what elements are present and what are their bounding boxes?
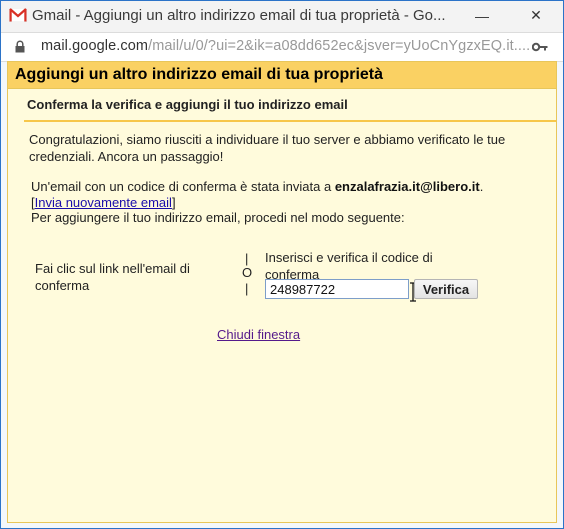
congrats-text: Congratulazioni, siamo riusciti a indivi… xyxy=(29,132,506,164)
close-window-link[interactable]: Chiudi finestra xyxy=(217,327,300,342)
sent-suffix: . xyxy=(479,179,484,194)
or-bar-top: | xyxy=(245,251,249,266)
address-bar[interactable]: mail.google.com/mail/u/0/?ui=2&ik=a08dd6… xyxy=(1,32,563,62)
option-enter-code: Inserisci e verifica il codice di confer… xyxy=(265,250,433,282)
popup-window: Gmail - Aggiungi un altro indirizzo emai… xyxy=(0,0,564,529)
sent-prefix: Un'email con un codice di conferma è sta… xyxy=(31,179,335,194)
dialog: Aggiungi un altro indirizzo email di tua… xyxy=(7,61,557,523)
dialog-subheader: Conferma la verifica e aggiungi il tuo i… xyxy=(27,97,348,112)
lock-icon xyxy=(15,40,25,53)
code-input[interactable] xyxy=(265,279,409,299)
proceed-text: Per aggiungere il tuo indirizzo email, p… xyxy=(31,210,405,225)
close-window-button[interactable]: ✕ xyxy=(511,1,561,30)
window-title: Gmail - Aggiungi un altro indirizzo emai… xyxy=(32,7,446,24)
sent-message: Un'email con un codice di conferma è sta… xyxy=(31,178,483,195)
verify-button[interactable]: Verifica xyxy=(414,279,478,299)
minimize-button[interactable]: — xyxy=(459,1,505,30)
dialog-panel: Conferma la verifica e aggiungi il tuo i… xyxy=(16,90,556,520)
resend-bracket-close: ] xyxy=(171,195,176,210)
or-bar-bottom: | xyxy=(245,281,249,296)
url-text[interactable]: mail.google.com/mail/u/0/?ui=2&ik=a08dd6… xyxy=(41,38,530,54)
dialog-title: Aggiungi un altro indirizzo email di tua… xyxy=(15,66,384,83)
key-icon[interactable] xyxy=(532,42,548,52)
title-bar[interactable]: Gmail - Aggiungi un altro indirizzo emai… xyxy=(1,1,563,32)
url-path: /mail/u/0/?ui=2&ik=a08dd652ec&jsver=yUoC… xyxy=(148,38,531,54)
option-click-link: Fai clic sul link nell'email di conferma xyxy=(35,261,190,293)
email-address: enzalafrazia.it@libero.it xyxy=(334,179,480,194)
or-label: O xyxy=(242,265,253,280)
minimize-icon: — xyxy=(475,7,489,24)
url-host: mail.google.com xyxy=(41,38,149,54)
divider xyxy=(24,120,556,122)
dialog-header: Aggiungi un altro indirizzo email di tua… xyxy=(8,62,556,89)
resend-email-link[interactable]: Invia nuovamente email xyxy=(35,195,172,210)
gmail-icon xyxy=(9,8,27,22)
close-icon: ✕ xyxy=(530,7,542,23)
